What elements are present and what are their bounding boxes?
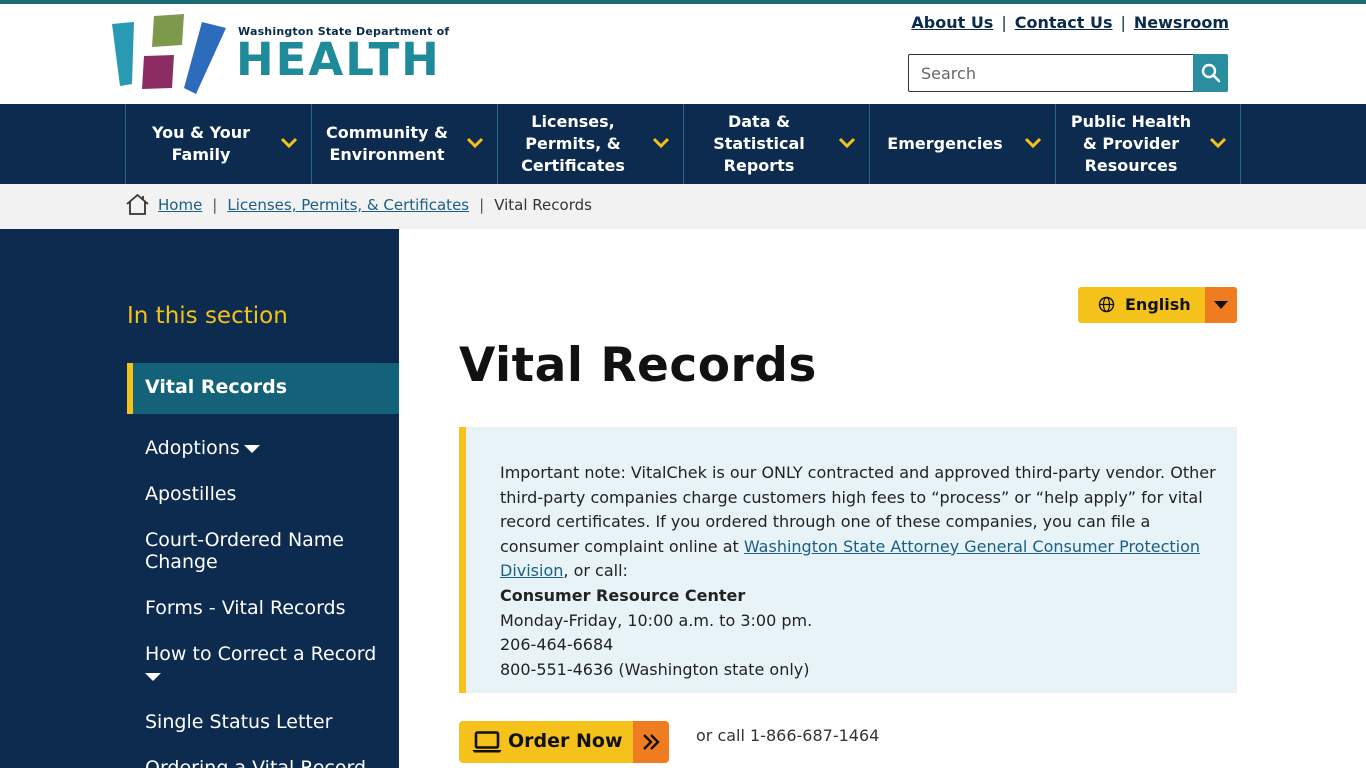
sidebar-title: In this section: [127, 303, 288, 329]
note-after-link-text: , or call:: [563, 561, 628, 581]
caret-down-icon[interactable]: [145, 672, 161, 681]
doh-logo[interactable]: Washington State Department of HEALTH: [110, 12, 449, 96]
site-search: [908, 54, 1228, 92]
nav-label: You & Your Family: [152, 123, 250, 164]
search-button[interactable]: [1193, 54, 1228, 92]
sidebar-item-label: How to Correct a Record: [145, 643, 377, 665]
newsroom-link[interactable]: Newsroom: [1134, 13, 1229, 32]
sidebar-item-label: Forms - Vital Records: [145, 597, 346, 619]
logo-wordmark: HEALTH: [236, 33, 441, 86]
sidebar-item-adoptions[interactable]: Adoptions: [145, 437, 385, 459]
nav-label: Public Health & Provider Resources: [1070, 112, 1192, 175]
chevron-down-icon: [1024, 137, 1042, 149]
sidebar-item-vital-records[interactable]: Vital Records: [127, 363, 399, 414]
nav-label: Data & Statistical Reports: [713, 112, 805, 175]
breadcrumb-separator: |: [212, 195, 218, 214]
sidebar-item-label: Court-Ordered Name Change: [145, 529, 344, 573]
section-sidebar: In this section Vital Records Adoptions …: [0, 229, 399, 768]
order-now-label: Order Now: [508, 730, 623, 752]
nav-label: Emergencies: [887, 134, 1003, 153]
breadcrumb-licenses-link[interactable]: Licenses, Permits, & Certificates: [227, 196, 469, 214]
nav-community-and-environment[interactable]: Community & Environment: [311, 104, 497, 184]
resource-center-name: Consumer Resource Center: [500, 585, 746, 605]
breadcrumb-separator: |: [479, 195, 485, 214]
chevron-down-icon: [838, 137, 856, 149]
breadcrumb-current: Vital Records: [494, 195, 592, 214]
about-us-link[interactable]: About Us: [911, 13, 993, 32]
sidebar-item-label: Apostilles: [145, 483, 237, 505]
search-icon: [1201, 63, 1220, 83]
chevron-down-icon: [280, 137, 298, 149]
logo-mark-icon: [112, 14, 226, 94]
globe-icon: [1098, 296, 1115, 313]
language-dropdown-toggle[interactable]: [1205, 287, 1237, 323]
chevron-down-icon: [652, 137, 670, 149]
language-label: English: [1125, 295, 1191, 314]
page-title: Vital Records: [459, 338, 817, 393]
language-selector[interactable]: English: [1078, 287, 1237, 323]
search-input[interactable]: [908, 54, 1194, 92]
resource-center-phone: 206-464-6684: [500, 635, 614, 655]
utility-links: About Us | Contact Us | Newsroom: [911, 13, 1229, 32]
chevron-down-icon: [466, 137, 484, 149]
important-note-callout: Important note: VitalChek is our ONLY co…: [459, 427, 1237, 693]
sidebar-item-label: Ordering a Vital Record: [145, 757, 367, 768]
separator: |: [1120, 13, 1126, 32]
nav-you-and-your-family[interactable]: You & Your Family: [125, 104, 311, 184]
nav-emergencies[interactable]: Emergencies: [869, 104, 1055, 184]
sidebar-item-court-ordered-name-change[interactable]: Court-Ordered Name Change: [145, 529, 385, 573]
sidebar-item-how-to-correct-a-record[interactable]: How to Correct a Record: [145, 643, 385, 687]
resource-center-hours: Monday-Friday, 10:00 a.m. to 3:00 pm.: [500, 610, 813, 630]
double-chevron-right-icon: [643, 734, 660, 750]
chevron-down-icon: [1209, 137, 1227, 149]
breadcrumb-home-link[interactable]: Home: [158, 196, 202, 214]
sidebar-item-label: Adoptions: [145, 437, 240, 459]
breadcrumb: Home | Licenses, Permits, & Certificates…: [0, 184, 1366, 229]
sidebar-item-label: Vital Records: [145, 376, 288, 398]
nav-public-health-provider-resources[interactable]: Public Health & Provider Resources: [1055, 104, 1241, 184]
separator: |: [1001, 13, 1007, 32]
nav-data-and-statistical-reports[interactable]: Data & Statistical Reports: [683, 104, 869, 184]
resource-center-phone-wa: 800-551-4636 (Washington state only): [500, 659, 810, 679]
nav-licenses-permits-certificates[interactable]: Licenses, Permits, & Certificates: [497, 104, 683, 184]
nav-label: Community & Environment: [326, 123, 448, 164]
main-navigation: You & Your Family Community & Environmen…: [0, 104, 1366, 184]
caret-down-icon[interactable]: [243, 444, 260, 453]
sidebar-item-ordering-a-vital-record[interactable]: Ordering a Vital Record: [145, 757, 385, 768]
home-icon: [126, 193, 149, 215]
nav-label: Licenses, Permits, & Certificates: [521, 112, 625, 175]
laptop-icon: [472, 731, 502, 753]
order-arrow: [633, 721, 669, 763]
site-header: Washington State Department of HEALTH Ab…: [0, 4, 1366, 104]
sidebar-item-single-status-letter[interactable]: Single Status Letter: [145, 711, 385, 733]
contact-us-link[interactable]: Contact Us: [1015, 13, 1113, 32]
order-now-button[interactable]: Order Now: [459, 721, 669, 763]
sidebar-item-label: Single Status Letter: [145, 711, 333, 733]
sidebar-item-apostilles[interactable]: Apostilles: [145, 483, 385, 505]
sidebar-item-forms-vital-records[interactable]: Forms - Vital Records: [145, 597, 385, 619]
or-call-text: or call 1-866-687-1464: [696, 726, 880, 745]
